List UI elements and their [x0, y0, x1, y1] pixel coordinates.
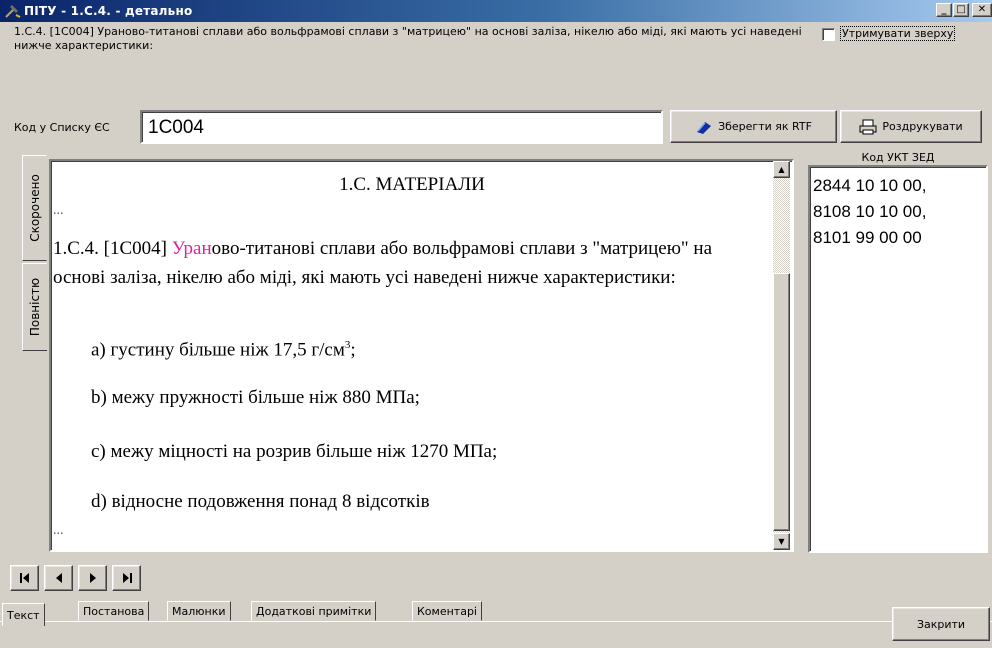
stay-on-top-label[interactable]: Утримувати зверху [839, 26, 956, 41]
para-prefix: 1.С.4. [1С004] [53, 238, 172, 259]
app-icon [5, 5, 21, 18]
print-label: Роздрукувати [882, 120, 963, 133]
tab-text[interactable]: Текст [2, 603, 45, 626]
ukt-header: Код УКТ ЗЕД [861, 151, 935, 164]
highlighted-term: Уран [171, 238, 212, 259]
first-icon [19, 573, 29, 583]
stay-on-top-checkbox[interactable] [822, 28, 835, 41]
window-title: ПІТУ - 1.С.4. - детально [24, 4, 193, 18]
print-button[interactable]: Роздрукувати [840, 110, 982, 143]
document-scrollbar[interactable]: ▲ ▼ [773, 161, 790, 550]
item-description: 1.С.4. [1С004] Ураново-титанові сплави а… [14, 25, 802, 52]
prev-icon [55, 573, 62, 583]
last-icon [122, 573, 132, 583]
tab-full[interactable]: Повністю [22, 263, 47, 351]
close-window-button[interactable]: ✕ [972, 3, 992, 17]
tab-full-label: Повністю [28, 277, 42, 337]
ellipsis-bottom: ... [53, 523, 64, 538]
code-label: Код у Списку ЄС [14, 121, 110, 134]
tab-additional-notes[interactable]: Додаткові примітки [251, 601, 377, 621]
list-item: c) межу міцності на розрив більше ніж 12… [91, 441, 498, 462]
prev-record-button[interactable] [44, 565, 73, 591]
scroll-down-button[interactable]: ▼ [773, 533, 790, 550]
printer-icon [859, 119, 877, 134]
list-item: b) межу пружності більше ніж 880 МПа; [91, 387, 420, 408]
ukt-code: 8108 10 10 00, [813, 202, 927, 221]
close-button[interactable]: Закрити [892, 607, 990, 641]
scroll-thumb[interactable] [773, 273, 790, 531]
tab-resolution[interactable]: Постанова [78, 601, 150, 621]
tab-comments[interactable]: Коментарі [412, 601, 482, 621]
ukt-code-list[interactable]: 2844 10 10 00, 8108 10 10 00, 8101 99 00… [808, 165, 988, 553]
tab-short[interactable]: Скорочено [22, 155, 47, 261]
next-record-button[interactable] [78, 565, 107, 591]
list-item: a) густину більше ніж 17,5 г/см3; [91, 339, 356, 361]
section-heading: 1.С. МАТЕРІАЛИ [339, 174, 485, 195]
ukt-code: 2844 10 10 00, [813, 176, 927, 195]
maximize-button[interactable]: □ [953, 3, 969, 17]
tab-strip-line [0, 621, 992, 622]
tab-pictures[interactable]: Малюнки [167, 601, 231, 621]
document-text[interactable]: 1.С. МАТЕРІАЛИ ... 1.С.4. [1С004] Уранов… [51, 161, 773, 550]
save-rtf-button[interactable]: Зберегти як RTF [670, 110, 837, 143]
code-field[interactable]: 1С004 [140, 110, 663, 144]
ukt-code: 8101 99 00 00 [813, 228, 922, 247]
save-rtf-label: Зберегти як RTF [718, 120, 812, 133]
minimize-button[interactable]: _ [936, 3, 952, 17]
tab-short-label: Скорочено [27, 174, 42, 242]
first-record-button[interactable] [10, 565, 39, 591]
scroll-up-button[interactable]: ▲ [773, 161, 790, 178]
list-item: d) відносне подовження понад 8 відсотків [91, 491, 430, 512]
item-paragraph: 1.С.4. [1С004] Ураново-титанові сплави а… [53, 234, 765, 292]
last-record-button[interactable] [112, 565, 141, 591]
title-bar[interactable]: ПІТУ - 1.С.4. - детально [0, 0, 992, 22]
save-rtf-icon [697, 121, 712, 134]
ellipsis-top: ... [53, 203, 64, 218]
next-icon [89, 573, 96, 583]
